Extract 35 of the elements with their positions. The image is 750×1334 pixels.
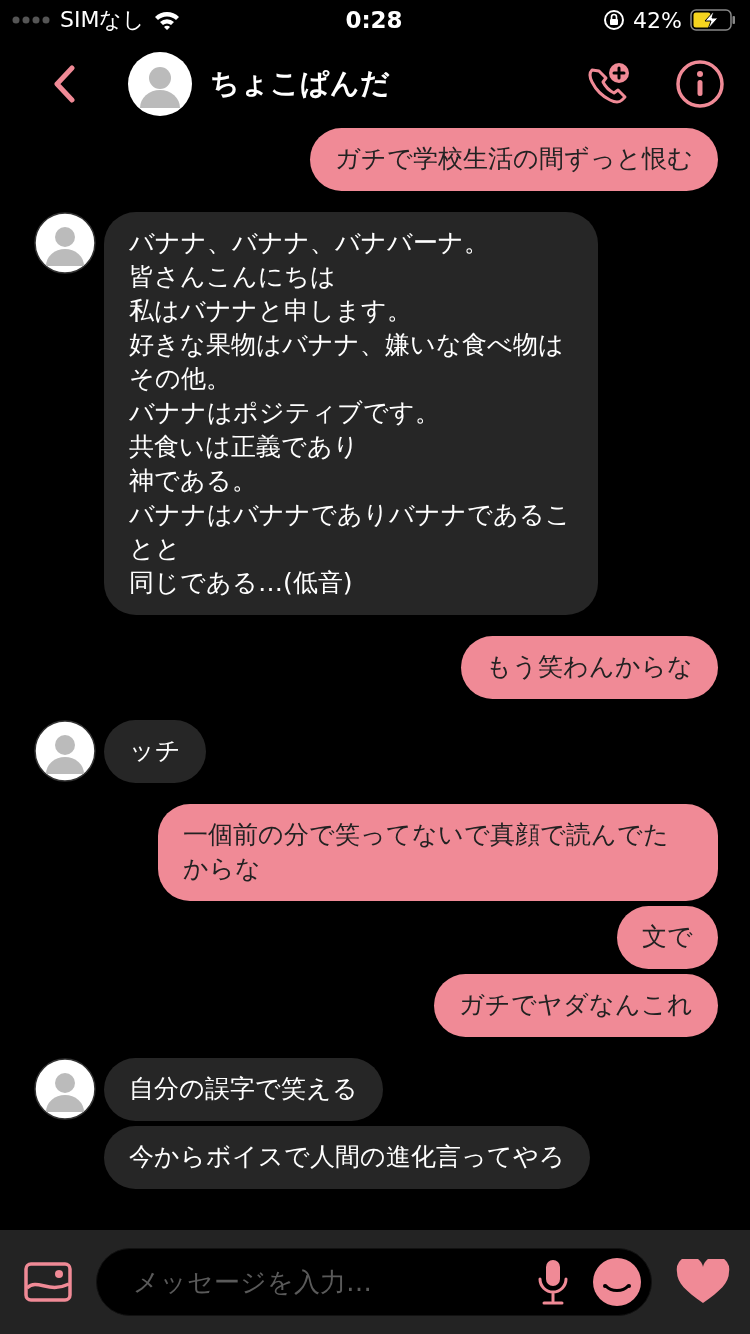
message-text: バナナはバナナでありバナナであることと — [129, 499, 572, 565]
message-text: 好きな果物はバナナ、嫌いな食べ物はその他。 — [129, 329, 565, 395]
heart-icon[interactable] — [676, 1259, 730, 1305]
carrier-text: SIMなし — [60, 6, 146, 34]
message-text: ッチ — [129, 735, 181, 767]
signal-icon — [12, 15, 52, 25]
battery-percent: 42% — [633, 7, 682, 33]
image-icon[interactable] — [24, 1262, 72, 1302]
avatar[interactable] — [34, 1058, 96, 1120]
message-text: ガチで学校生活の間ずっと恨む — [335, 143, 693, 175]
message-text: 文で — [642, 921, 693, 953]
message-bar[interactable]: メッセージを入力… — [96, 1248, 652, 1316]
message-text: 一個前の分で笑ってないで真顔で読んでたからな — [183, 819, 670, 885]
message-text: 皆さんこんにちは — [129, 261, 337, 293]
contact-name[interactable]: ちょこぱんだ — [210, 64, 390, 104]
battery-icon — [690, 9, 736, 31]
rotation-lock-icon — [603, 9, 626, 31]
smiley-icon[interactable] — [593, 1258, 641, 1306]
message-text: 同じである…(低音) — [129, 567, 354, 599]
microphone-icon[interactable] — [537, 1259, 569, 1305]
message-text: 自分の誤字で笑える — [129, 1073, 358, 1105]
avatar[interactable] — [128, 52, 192, 116]
message-text: バナナはポジティブです。 — [129, 397, 441, 429]
avatar[interactable] — [34, 720, 96, 782]
message-text: 今からボイスで人間の進化言ってやろ — [129, 1141, 565, 1173]
message-text: 神である。 — [129, 465, 258, 497]
message-text: バナナ、バナナ、バナバーナ。 — [129, 227, 490, 259]
message-text: 共食いは正義であり — [129, 431, 360, 463]
message-text: もう笑わんからな — [486, 651, 693, 683]
clock-time: 0:28 — [345, 7, 403, 33]
message-text: 私はバナナと申します。 — [129, 295, 413, 327]
message-field[interactable]: メッセージを入力… — [131, 1266, 513, 1298]
avatar[interactable] — [34, 212, 96, 274]
wifi-icon — [153, 10, 182, 30]
message-text: ガチでヤダなんこれ — [459, 989, 693, 1021]
